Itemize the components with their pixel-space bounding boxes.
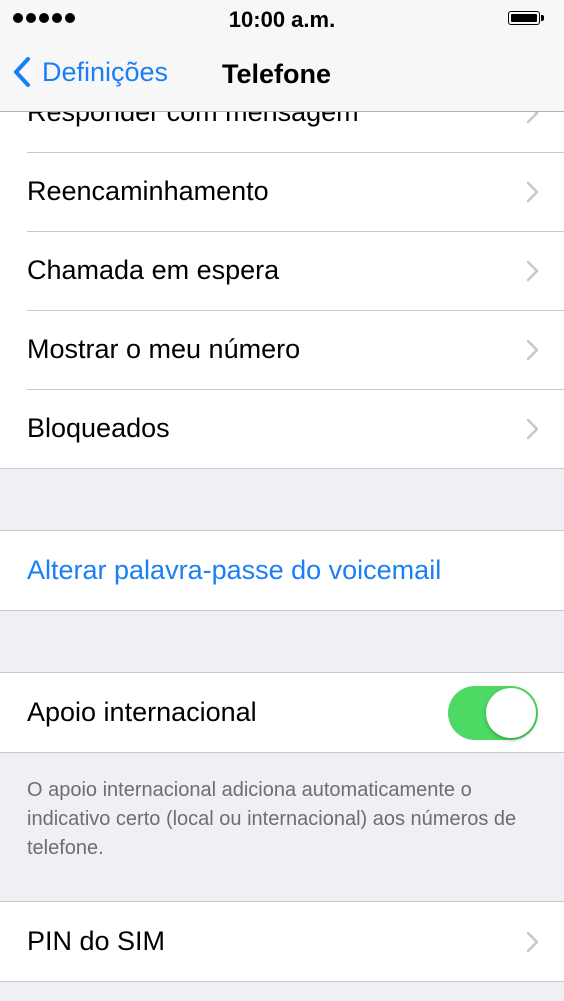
status-bar: 10:00 a.m.	[0, 0, 564, 40]
chevron-right-icon	[526, 418, 539, 439]
page-title: Telefone	[222, 59, 332, 89]
back-label: Definições	[42, 56, 169, 87]
row-chamada-em-espera[interactable]: Chamada em espera	[0, 231, 564, 310]
sim-group: PIN do SIM	[0, 901, 564, 982]
status-time: 10:00 a.m.	[228, 7, 336, 32]
row-label: Alterar palavra-passe do voicemail	[27, 555, 442, 585]
row-bloqueados[interactable]: Bloqueados	[0, 389, 564, 468]
row-label: Responder com mensagem	[27, 112, 359, 127]
row-reencaminhamento[interactable]: Reencaminhamento	[0, 152, 564, 231]
row-label: Reencaminhamento	[27, 176, 269, 206]
international-footer-text: O apoio internacional adiciona automatic…	[27, 779, 517, 859]
row-label: Chamada em espera	[27, 255, 280, 285]
settings-list[interactable]: Responder com mensagem Reencaminhamento …	[0, 112, 564, 1001]
international-assist-toggle[interactable]	[448, 685, 538, 740]
back-button[interactable]: Definições	[12, 56, 168, 88]
row-pin-do-sim[interactable]: PIN do SIM	[0, 902, 564, 981]
row-label: PIN do SIM	[27, 926, 166, 956]
chevron-right-icon	[526, 181, 539, 202]
calls-group: Responder com mensagem Reencaminhamento …	[0, 112, 564, 469]
row-apoio-internacional: Apoio internacional	[0, 673, 564, 752]
navigation-bar: Definições Telefone	[0, 40, 564, 112]
change-voicemail-password-button[interactable]: Alterar palavra-passe do voicemail	[0, 531, 564, 610]
chevron-right-icon	[526, 339, 539, 360]
row-mostrar-o-meu-numero[interactable]: Mostrar o meu número	[0, 310, 564, 389]
voicemail-group: Alterar palavra-passe do voicemail	[0, 530, 564, 611]
chevron-right-icon	[526, 112, 539, 123]
chevron-right-icon	[526, 260, 539, 281]
chevron-right-icon	[526, 931, 539, 952]
international-group: Apoio internacional	[0, 672, 564, 753]
row-responder-com-mensagem[interactable]: Responder com mensagem	[0, 112, 564, 152]
row-label: Apoio internacional	[27, 697, 257, 727]
row-label: Bloqueados	[27, 413, 170, 443]
chevron-left-icon	[14, 57, 30, 87]
battery-icon	[508, 11, 544, 27]
row-label: Mostrar o meu número	[27, 334, 301, 364]
toggle-knob	[486, 687, 536, 738]
